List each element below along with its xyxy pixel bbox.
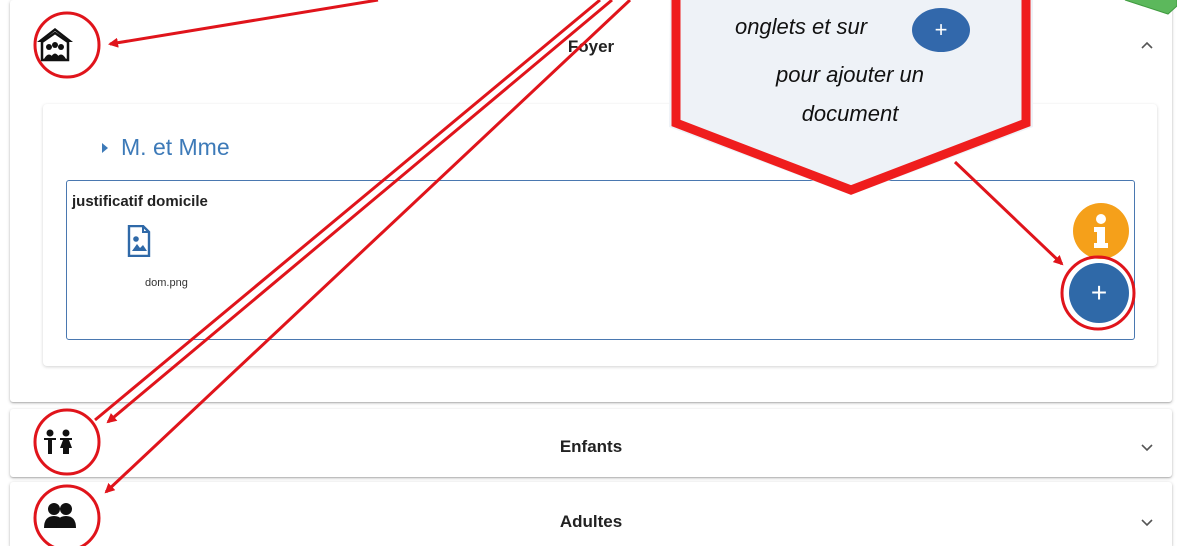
- annotation-arrow: [104, 0, 632, 494]
- highlight-circle: [1060, 255, 1136, 331]
- highlight-circle: [33, 484, 101, 546]
- annotation-arrow: [94, 0, 601, 422]
- callout-green-corner: [1124, 0, 1177, 15]
- annotation-arrow: [106, 0, 613, 424]
- highlight-circle: [33, 408, 101, 476]
- callout-line-2: pour ajouter un: [776, 62, 924, 87]
- highlight-circle: [33, 11, 101, 79]
- callout-line-3: document: [801, 101, 899, 126]
- annotation-arrow: [953, 160, 1064, 266]
- plus-icon: +: [934, 17, 948, 42]
- annotation-arrow: [108, 0, 379, 48]
- callout-add-button: +: [912, 8, 970, 52]
